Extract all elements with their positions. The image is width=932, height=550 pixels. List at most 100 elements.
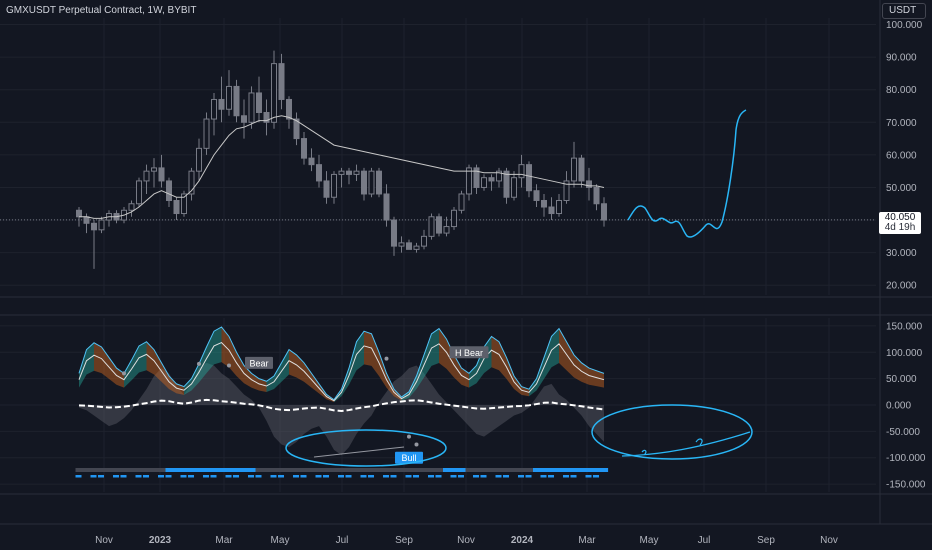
trend-bar <box>518 468 526 472</box>
price-tick-label: 70.000 <box>886 118 917 129</box>
candle[interactable] <box>526 161 532 198</box>
currency-button[interactable]: USDT <box>882 3 926 19</box>
symbol-title[interactable]: GMXUSDT Perpetual Contract, 1W, BYBIT <box>6 5 196 16</box>
candle[interactable] <box>323 171 330 204</box>
trend-dash <box>473 475 479 478</box>
candle[interactable] <box>226 70 232 116</box>
candle[interactable] <box>391 216 397 256</box>
forecast-drawing[interactable] <box>627 109 747 238</box>
bull-ellipse-drawing[interactable] <box>285 429 447 467</box>
candle-body <box>83 216 90 224</box>
divergence-dot <box>384 356 389 361</box>
candle[interactable] <box>286 96 292 129</box>
trend-bar <box>345 468 354 472</box>
trend-dash <box>203 475 209 478</box>
candle[interactable] <box>106 210 112 227</box>
candle[interactable] <box>263 99 270 136</box>
candle[interactable] <box>256 76 262 123</box>
candle-body <box>376 170 382 195</box>
candle[interactable] <box>308 148 315 172</box>
candle[interactable] <box>563 171 570 204</box>
divergence-dot <box>197 361 201 366</box>
candle[interactable] <box>376 167 382 198</box>
divergence-dot <box>122 371 126 376</box>
oscillator-axis[interactable]: 150.000 100.000 50.000 0.000 -50.000 -100.000… <box>886 321 926 490</box>
candle[interactable] <box>173 197 180 221</box>
candle-body <box>166 180 172 201</box>
price-axis[interactable]: 100.00090.00080.00070.00060.00050.00040.… <box>886 20 923 292</box>
candle[interactable] <box>413 242 420 253</box>
candle[interactable] <box>436 213 442 237</box>
candle[interactable] <box>488 174 495 191</box>
time-tick-label: Nov <box>820 535 838 546</box>
candle-body <box>211 98 217 120</box>
candle[interactable] <box>571 141 577 188</box>
candle[interactable] <box>496 167 502 188</box>
candle[interactable] <box>166 177 172 208</box>
candle[interactable] <box>331 171 337 204</box>
trend-bar <box>480 468 489 472</box>
candle[interactable] <box>233 79 240 123</box>
candle[interactable] <box>593 184 600 211</box>
candle[interactable] <box>421 229 427 250</box>
candle[interactable] <box>368 167 375 198</box>
candle[interactable] <box>143 164 150 194</box>
candle[interactable] <box>601 197 607 227</box>
candle[interactable] <box>503 167 510 204</box>
trend-bar <box>585 468 594 472</box>
trend-bar <box>203 468 211 472</box>
candle[interactable] <box>136 177 142 208</box>
candle[interactable] <box>361 167 367 201</box>
candle[interactable] <box>578 154 585 188</box>
candle[interactable] <box>338 167 345 188</box>
candle[interactable] <box>556 193 562 217</box>
candle[interactable] <box>346 167 352 185</box>
future-curve-drawing[interactable] <box>621 431 751 457</box>
trend-bar <box>578 468 586 472</box>
candle[interactable] <box>451 207 457 230</box>
trend-dash <box>165 475 172 478</box>
candle[interactable] <box>196 138 202 181</box>
candle[interactable] <box>511 171 517 201</box>
candle[interactable] <box>203 112 210 155</box>
trend-bar <box>248 468 256 472</box>
candle[interactable] <box>473 164 480 194</box>
trend-dash <box>135 475 142 478</box>
candle[interactable] <box>541 193 547 217</box>
candle[interactable] <box>466 164 472 201</box>
trend-dash <box>143 475 149 478</box>
candle-body <box>98 219 105 231</box>
candle-body <box>271 63 277 123</box>
osc-tick-label: 0.000 <box>886 401 911 412</box>
trend-bar <box>443 468 451 472</box>
trend-dash <box>345 475 352 478</box>
candle[interactable] <box>91 220 97 269</box>
candle[interactable] <box>181 190 187 217</box>
trend-dash <box>390 475 397 478</box>
candle[interactable] <box>353 164 360 181</box>
candle[interactable] <box>211 92 217 136</box>
candle[interactable] <box>406 239 412 250</box>
time-axis[interactable]: Nov 2023 Mar May Jul Sep Nov 2024 Mar May Jul Sep No… <box>95 535 838 546</box>
candle[interactable] <box>301 132 307 165</box>
trend-dash <box>278 475 284 478</box>
candle[interactable] <box>128 200 135 217</box>
candle[interactable] <box>481 174 487 191</box>
candle[interactable] <box>151 158 157 188</box>
candle[interactable] <box>188 167 195 201</box>
candle[interactable] <box>428 213 435 240</box>
candle[interactable] <box>241 99 247 139</box>
candle[interactable] <box>518 154 525 188</box>
candle[interactable] <box>98 216 105 234</box>
candle[interactable] <box>458 190 465 214</box>
candle[interactable] <box>548 197 555 221</box>
candle[interactable] <box>293 112 300 146</box>
candle[interactable] <box>383 184 390 227</box>
time-tick-label: 2024 <box>511 535 534 546</box>
candle[interactable] <box>248 86 255 129</box>
candle[interactable] <box>316 154 322 188</box>
candle[interactable] <box>218 76 225 123</box>
trend-bar <box>383 468 391 472</box>
candle[interactable] <box>398 236 405 253</box>
candle-body <box>308 157 315 166</box>
